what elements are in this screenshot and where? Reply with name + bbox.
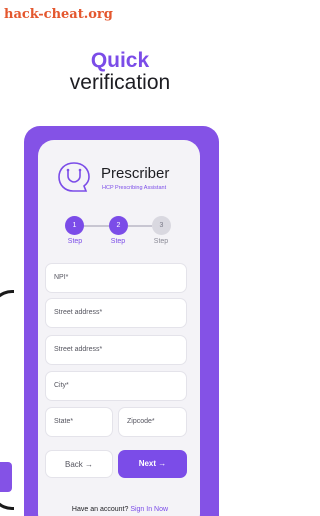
step-label-3: Step (153, 238, 169, 245)
npi-field[interactable]: NPI* (45, 263, 187, 293)
stethoscope-logo-icon (58, 162, 90, 192)
step-connector-2 (128, 225, 152, 227)
step-indicator-2: 2 (109, 216, 128, 235)
phone-side-accent (0, 462, 12, 492)
step-connector-1 (83, 225, 110, 227)
footer-prompt: Have an account? (71, 506, 129, 513)
watermark: hack-cheat.org (4, 7, 113, 22)
back-button-label: Back (64, 460, 83, 469)
brand-subtitle: HCP Prescribing Assistant (102, 185, 167, 191)
back-button[interactable]: Back → (45, 450, 113, 478)
next-button-label: Next (138, 459, 157, 468)
sign-in-footer: Have an account? Sign In Now (0, 505, 240, 516)
brand-name: Prescriber (101, 165, 170, 182)
sign-in-link[interactable]: Sign In Now (130, 506, 168, 513)
street-address-field[interactable]: Street address* (45, 298, 187, 328)
headline-line-1: Quick (90, 49, 150, 72)
step-label-2: Step (110, 238, 126, 245)
headline-line-2: verification (69, 71, 171, 94)
zipcode-field[interactable]: Zipcode* (118, 407, 187, 437)
arrow-right-icon: → (158, 459, 167, 468)
city-field[interactable]: City* (45, 371, 187, 401)
step-indicator-1: 1 (65, 216, 84, 235)
state-field[interactable]: State* (45, 407, 113, 437)
next-button[interactable]: Next → (118, 450, 187, 478)
step-label-1: Step (67, 238, 83, 245)
step-indicator-3: 3 (152, 216, 171, 235)
headline: Quick verification (0, 50, 240, 94)
arrow-right-icon: → (85, 460, 94, 469)
street-address-2-field[interactable]: Street address* (45, 335, 187, 365)
